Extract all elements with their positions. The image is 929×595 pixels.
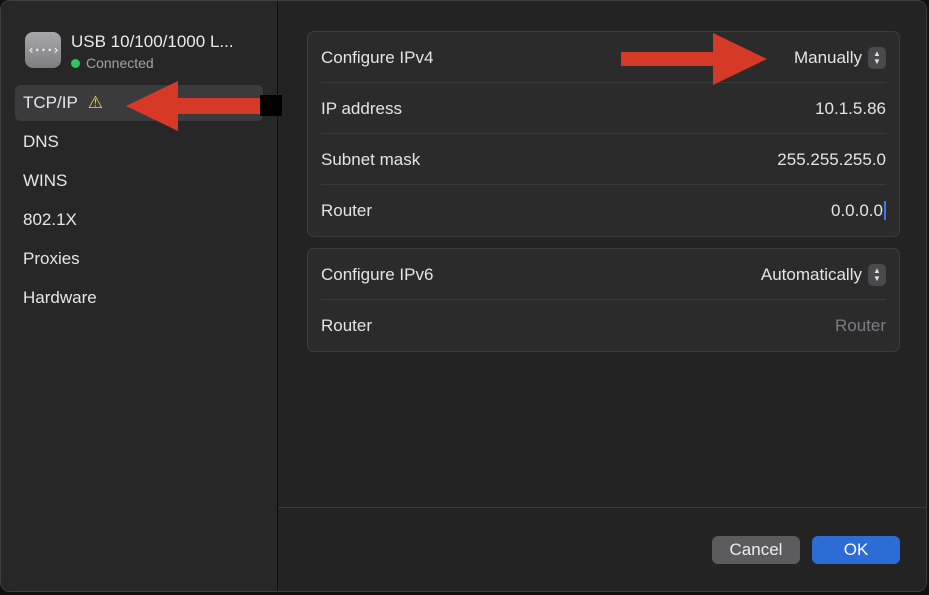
cancel-button[interactable]: Cancel	[712, 536, 800, 564]
annotation-arrow-right-icon	[621, 33, 767, 85]
ipv6-router-field[interactable]	[646, 300, 886, 351]
configure-ipv4-value: Manually	[793, 47, 862, 67]
configure-ipv4-label: Configure IPv4	[321, 48, 434, 67]
subnet-mask-label: Subnet mask	[321, 150, 421, 169]
sidebar-item-label: 802.1X	[23, 210, 77, 229]
content-pane: Configure IPv4 Manually ▲▼ IP address Su…	[278, 1, 926, 591]
subnet-mask-row: Subnet mask	[321, 134, 886, 185]
sidebar-item-label: DNS	[23, 132, 59, 151]
ipv6-group: Configure IPv6 Automatically ▲ ▼ Router	[307, 248, 900, 352]
chevron-up-down-icon: ▲ ▼	[868, 263, 886, 286]
router-label: Router	[321, 201, 373, 220]
sidebar-item-wins[interactable]: WINS	[15, 163, 263, 199]
annotation-arrow-left-icon	[126, 81, 282, 131]
sidebar-item-label: Hardware	[23, 288, 97, 307]
configure-ipv6-value: Automatically	[760, 264, 862, 284]
sidebar-item-label: WINS	[23, 171, 68, 190]
configure-ipv6-popup[interactable]: Automatically ▲ ▼	[761, 262, 886, 287]
chevron-up-down-icon: ▲ ▼	[868, 46, 886, 69]
network-interface-icon: ‹···›	[25, 32, 61, 68]
interface-header: ‹···› USB 10/100/1000 L... Connected	[23, 29, 273, 73]
configure-ipv6-row: Configure IPv6 Automatically ▲ ▼	[321, 249, 886, 300]
router-field-text: 0.0.0.0	[831, 201, 886, 220]
configure-ipv6-label: Configure IPv6	[321, 265, 434, 284]
ipv4-group: Configure IPv4 Manually ▲▼ IP address Su…	[307, 31, 900, 237]
connected-dot-icon	[71, 59, 80, 68]
interface-status: Connected	[71, 55, 154, 71]
router-row: Router 0.0.0.0	[321, 185, 886, 236]
network-settings-window: ‹···› USB 10/100/1000 L... Connected TCP…	[0, 0, 927, 592]
sidebar-item-label: TCP/IP	[23, 93, 78, 112]
ip-address-field[interactable]	[646, 83, 886, 134]
sidebar-item-proxies[interactable]: Proxies	[15, 241, 263, 277]
ipv6-router-row: Router	[321, 300, 886, 351]
configure-ipv4-row: Configure IPv4 Manually ▲ ▼	[321, 32, 886, 83]
sidebar-item-hardware[interactable]: Hardware	[15, 280, 263, 316]
router-field[interactable]: 0.0.0.0	[646, 185, 886, 236]
interface-name: USB 10/100/1000 L...	[71, 32, 234, 51]
ipv6-router-label: Router	[321, 316, 373, 335]
sidebar-item-label: Proxies	[23, 249, 80, 268]
sidebar-item-8021x[interactable]: 802.1X	[15, 202, 263, 238]
ip-address-row: IP address	[321, 83, 886, 134]
footer-divider	[278, 507, 926, 508]
ip-address-label: IP address	[321, 99, 402, 118]
warning-icon: ⚠	[87, 93, 104, 112]
subnet-mask-field[interactable]	[646, 134, 886, 185]
interface-status-text: Connected	[86, 55, 154, 71]
configure-ipv4-popup[interactable]: Manually ▲ ▼	[794, 45, 886, 70]
ok-button[interactable]: OK	[812, 536, 900, 564]
